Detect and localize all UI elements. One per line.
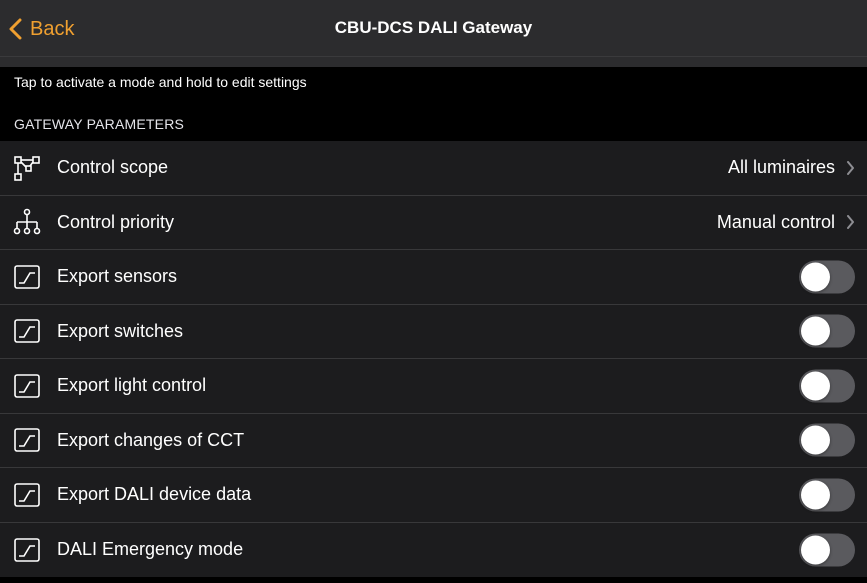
navigation-bar: Back CBU-DCS DALI Gateway xyxy=(0,0,867,57)
row-label: Control priority xyxy=(57,211,175,232)
branch-nodes-icon xyxy=(13,154,41,182)
dali-emergency-mode-row: DALI Emergency mode xyxy=(0,522,867,577)
hierarchy-icon xyxy=(13,208,41,236)
toggle-knob xyxy=(801,535,830,565)
chevron-right-icon xyxy=(847,215,854,230)
control-priority-row[interactable]: Control priority Manual control xyxy=(0,195,867,250)
export-light-control-toggle[interactable] xyxy=(799,369,855,403)
section-header: GATEWAY PARAMETERS xyxy=(14,116,185,132)
chart-export-icon xyxy=(13,536,41,564)
nav-divider-band xyxy=(0,57,867,67)
export-dali-device-data-toggle[interactable] xyxy=(799,478,855,512)
chart-export-icon xyxy=(13,426,41,454)
row-label: Control scope xyxy=(57,157,169,178)
toggle-knob xyxy=(801,371,830,401)
row-value: All luminaires xyxy=(727,157,835,178)
chart-export-icon xyxy=(13,263,41,291)
toggle-knob xyxy=(801,425,830,455)
row-label: Export light control xyxy=(57,375,207,396)
chevron-right-icon xyxy=(847,160,854,175)
export-cct-toggle[interactable] xyxy=(799,423,855,457)
row-value: Manual control xyxy=(716,211,835,232)
control-scope-row[interactable]: Control scope All luminaires xyxy=(0,141,867,196)
export-dali-device-data-row: Export DALI device data xyxy=(0,468,867,523)
row-label: Export switches xyxy=(57,320,184,341)
export-light-control-row: Export light control xyxy=(0,359,867,414)
chart-export-icon xyxy=(13,317,41,345)
export-sensors-toggle[interactable] xyxy=(799,260,855,294)
hint-text: Tap to activate a mode and hold to edit … xyxy=(14,74,307,90)
toggle-knob xyxy=(801,316,830,346)
toggle-knob xyxy=(801,262,830,292)
row-label: Export sensors xyxy=(57,266,178,287)
page-title: CBU-DCS DALI Gateway xyxy=(334,18,533,37)
toggle-knob xyxy=(801,480,830,510)
chart-export-icon xyxy=(13,372,41,400)
dali-emergency-mode-toggle[interactable] xyxy=(799,533,855,567)
row-label: Export DALI device data xyxy=(57,484,252,505)
row-label: Export changes of CCT xyxy=(57,429,245,450)
export-cct-row: Export changes of CCT xyxy=(0,413,867,468)
export-sensors-row: Export sensors xyxy=(0,250,867,305)
settings-list: Control scope All luminaires Control pri… xyxy=(0,141,867,577)
export-switches-toggle[interactable] xyxy=(799,314,855,348)
chart-export-icon xyxy=(13,481,41,509)
export-switches-row: Export switches xyxy=(0,304,867,359)
row-label: DALI Emergency mode xyxy=(57,539,244,560)
